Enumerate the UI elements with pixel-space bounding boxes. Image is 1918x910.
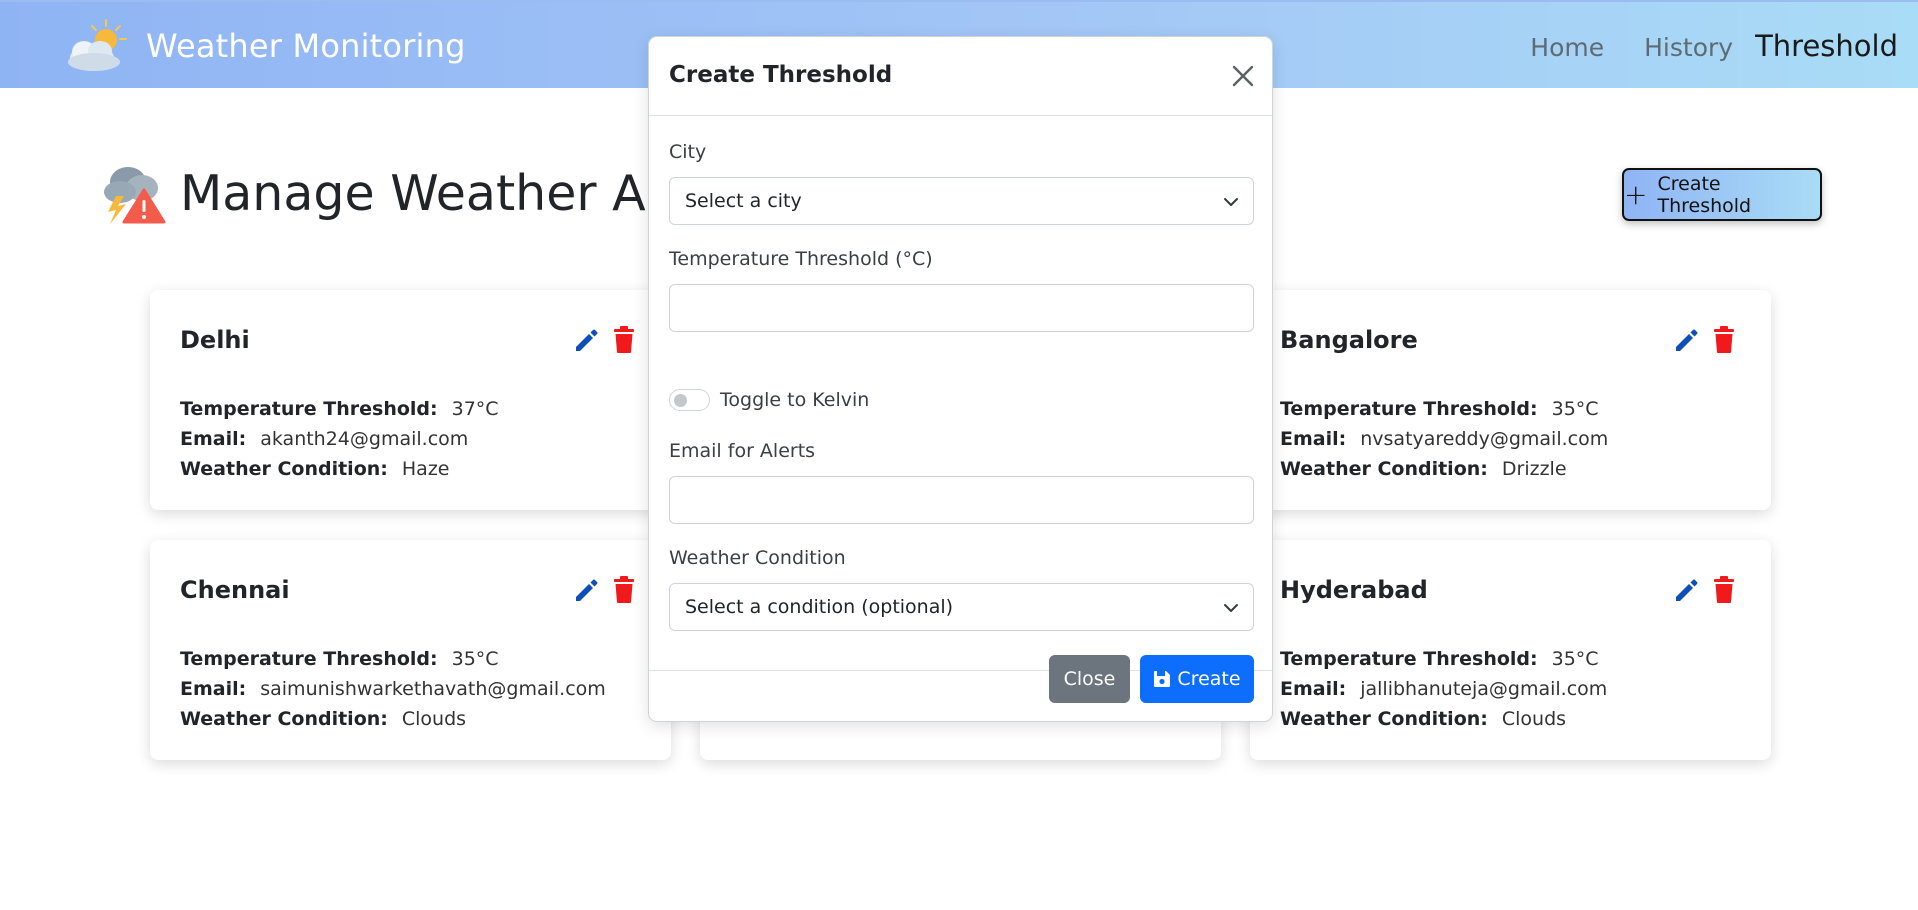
city-label: City — [669, 141, 707, 163]
floppy-disk-icon — [1154, 671, 1171, 687]
create-threshold-modal: Create Threshold City Select a city Temp… — [648, 36, 1273, 722]
temperature-input[interactable] — [669, 284, 1254, 332]
modal-title: Create Threshold — [669, 62, 893, 88]
modal-header: Create Threshold — [649, 37, 1272, 116]
chevron-down-icon — [1224, 198, 1238, 206]
condition-select[interactable]: Select a condition (optional) — [669, 583, 1254, 631]
city-select-value: Select a city — [685, 190, 802, 212]
condition-select-label: Weather Condition — [669, 547, 846, 569]
close-button[interactable]: Close — [1049, 655, 1130, 703]
condition-select-value: Select a condition (optional) — [685, 596, 954, 618]
chevron-down-icon — [1224, 604, 1238, 612]
temperature-label: Temperature Threshold (°C) — [669, 248, 933, 270]
create-button-label: Create — [1177, 668, 1241, 690]
kelvin-toggle[interactable] — [669, 389, 710, 411]
email-field[interactable] — [669, 476, 1254, 524]
kelvin-toggle-label: Toggle to Kelvin — [720, 389, 870, 411]
city-select[interactable]: Select a city — [669, 177, 1254, 225]
email-alerts-label: Email for Alerts — [669, 440, 816, 462]
kelvin-toggle-group: Toggle to Kelvin — [669, 389, 869, 411]
create-button[interactable]: Create — [1140, 655, 1254, 703]
close-icon[interactable] — [1230, 63, 1256, 89]
